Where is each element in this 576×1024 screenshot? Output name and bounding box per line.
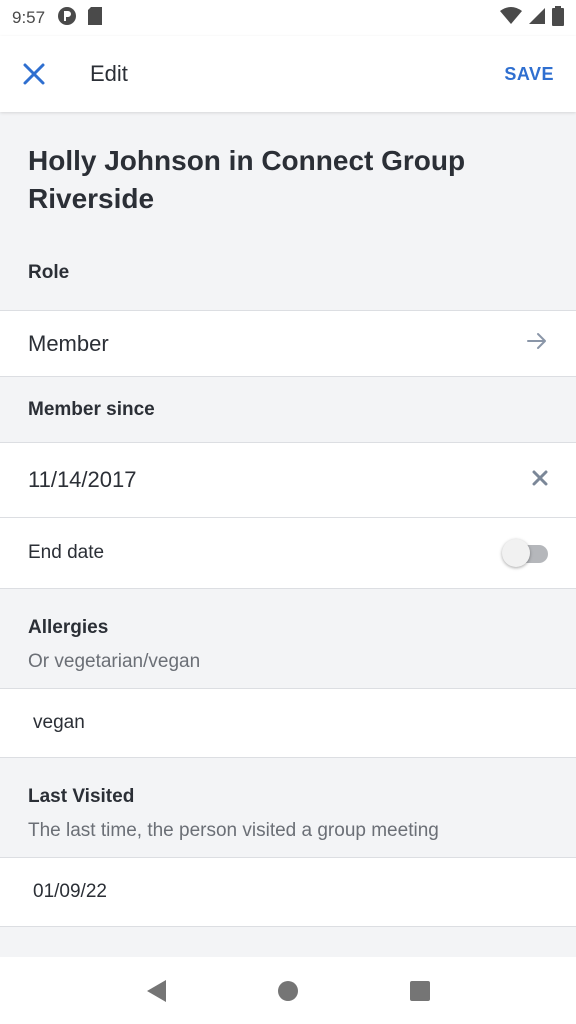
home-icon[interactable] (268, 971, 308, 1011)
last-visited-hint: The last time, the person visited a grou… (28, 820, 439, 841)
close-icon[interactable] (22, 62, 46, 86)
allergies-header: Allergies Or vegetarian/vegan (0, 589, 576, 688)
system-nav-bar (0, 957, 576, 1024)
end-date-row: End date (0, 517, 576, 589)
status-time: 9:57 (12, 8, 46, 27)
member-since-label: Member since (28, 398, 155, 420)
end-date-label: End date (28, 542, 105, 563)
last-visited-header: Last Visited The last time, the person v… (0, 758, 576, 857)
cell-signal-icon (528, 7, 546, 30)
allergies-hint: Or vegetarian/vegan (28, 651, 201, 672)
end-date-toggle[interactable] (502, 538, 548, 568)
app-bar: Edit SAVE (0, 36, 576, 112)
clear-icon[interactable] (532, 470, 548, 491)
back-icon[interactable] (136, 971, 176, 1011)
allergies-field[interactable]: vegan (0, 688, 576, 758)
save-button[interactable]: SAVE (504, 64, 554, 85)
role-value: Member (28, 330, 109, 356)
page-title: Edit (90, 61, 128, 86)
member-since-field[interactable]: 11/14/2017 (0, 442, 576, 517)
edit-form: Holly Johnson in Connect Group Riverside… (0, 112, 576, 957)
wifi-icon (500, 6, 522, 30)
allergies-value: vegan (33, 712, 85, 733)
role-label: Role (28, 262, 70, 283)
arrow-right-icon (526, 331, 548, 356)
app-notification-icon (57, 6, 77, 31)
last-visited-field[interactable]: 01/09/22 (0, 857, 576, 927)
member-since-value: 11/14/2017 (28, 467, 137, 492)
battery-icon (552, 5, 564, 31)
recents-icon[interactable] (400, 971, 440, 1011)
last-visited-label: Last Visited (28, 786, 135, 807)
membership-heading: Holly Johnson in Connect Group Riverside (28, 145, 466, 214)
allergies-label: Allergies (28, 617, 109, 638)
role-field[interactable]: Member (0, 310, 576, 377)
status-bar: 9:57 (0, 0, 576, 36)
last-visited-value: 01/09/22 (33, 881, 107, 902)
sd-card-icon (87, 6, 103, 31)
